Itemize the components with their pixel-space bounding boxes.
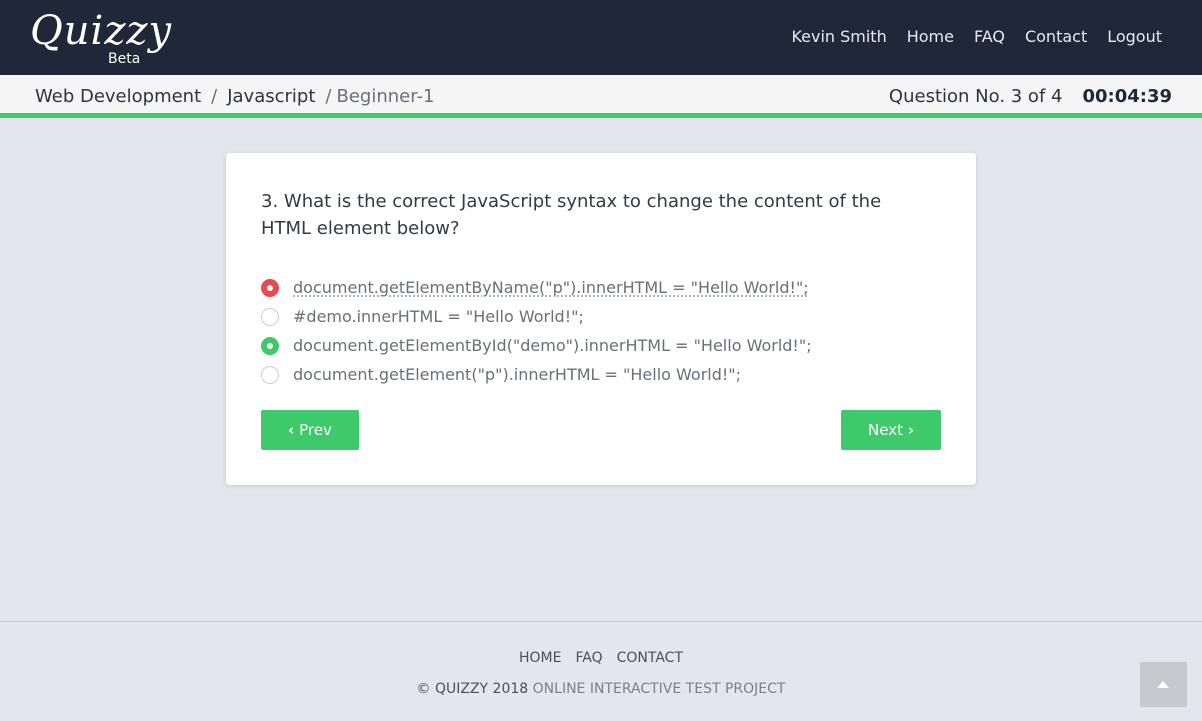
breadcrumb-item-javascript[interactable]: Javascript — [227, 86, 315, 108]
next-button[interactable]: Next › — [841, 410, 941, 450]
answer-option[interactable]: document.getElementById("demo").innerHTM… — [261, 331, 812, 360]
nav-user[interactable]: Kevin Smith — [791, 26, 886, 48]
answer-option[interactable]: document.getElementByName("p").innerHTML… — [261, 273, 812, 302]
brand-logo[interactable]: Quizzy — [30, 8, 172, 54]
nav-logout[interactable]: Logout — [1107, 26, 1162, 48]
brand-tag: Beta — [108, 51, 141, 67]
nav-home[interactable]: Home — [907, 26, 954, 48]
copyright-tagline: ONLINE INTERACTIVE TEST PROJECT — [532, 681, 786, 697]
footer-links: HOME FAQ CONTACT — [0, 650, 1202, 666]
radio-correct-icon[interactable] — [261, 336, 279, 355]
chevron-right-icon: › — [907, 421, 914, 439]
scroll-to-top-button[interactable] — [1140, 662, 1187, 707]
top-navbar: Quizzy Beta Kevin Smith Home FAQ Contact… — [0, 0, 1202, 75]
breadcrumb-item-web-development[interactable]: Web Development — [35, 86, 201, 108]
breadcrumb-separator: / — [211, 86, 218, 107]
radio-empty-icon[interactable] — [261, 365, 279, 384]
page-footer: HOME FAQ CONTACT © QUIZZY 2018 ONLINE IN… — [0, 621, 1202, 721]
radio-empty-icon[interactable] — [261, 307, 279, 326]
answer-option[interactable]: document.getElement("p").innerHTML = "He… — [261, 360, 812, 389]
answer-option-label: document.getElement("p").innerHTML = "He… — [293, 364, 742, 384]
answer-option[interactable]: #demo.innerHTML = "Hello World!"; — [261, 302, 812, 331]
nav-links: Kevin Smith Home FAQ Contact Logout — [791, 26, 1162, 48]
quiz-timer: 00:04:39 — [1082, 86, 1172, 107]
breadcrumb-bar: Web Development / Javascript / Beginner-… — [0, 75, 1202, 118]
next-button-label: Next — [868, 421, 903, 439]
breadcrumb: Web Development / Javascript / Beginner-… — [35, 86, 434, 108]
answer-option-label: #demo.innerHTML = "Hello World!"; — [293, 306, 584, 326]
nav-faq[interactable]: FAQ — [974, 26, 1005, 48]
radio-wrong-icon[interactable] — [261, 278, 279, 297]
answer-option-label: document.getElementById("demo").innerHTM… — [293, 335, 812, 355]
copyright: © QUIZZY 2018 ONLINE INTERACTIVE TEST PR… — [0, 681, 1202, 697]
answer-options: document.getElementByName("p").innerHTML… — [261, 273, 812, 389]
breadcrumb-separator: / — [325, 86, 332, 107]
chevron-left-icon: ‹ — [288, 421, 295, 439]
breadcrumb-item-current: Beginner-1 — [336, 86, 435, 107]
prev-button[interactable]: ‹ Prev — [261, 410, 359, 450]
question-card: 3. What is the correct JavaScript syntax… — [226, 153, 976, 485]
nav-contact[interactable]: Contact — [1025, 26, 1087, 48]
copyright-text: © QUIZZY 2018 — [416, 681, 529, 697]
answer-option-label: document.getElementByName("p").innerHTML… — [293, 277, 809, 297]
footer-link-contact[interactable]: CONTACT — [617, 650, 683, 666]
prev-button-label: Prev — [299, 421, 332, 439]
quiz-status: Question No. 3 of 4 00:04:39 — [889, 86, 1172, 108]
footer-link-home[interactable]: HOME — [519, 650, 561, 666]
question-counter: Question No. 3 of 4 — [888, 86, 1063, 107]
footer-link-faq[interactable]: FAQ — [575, 650, 602, 666]
question-text: 3. What is the correct JavaScript syntax… — [261, 191, 882, 239]
